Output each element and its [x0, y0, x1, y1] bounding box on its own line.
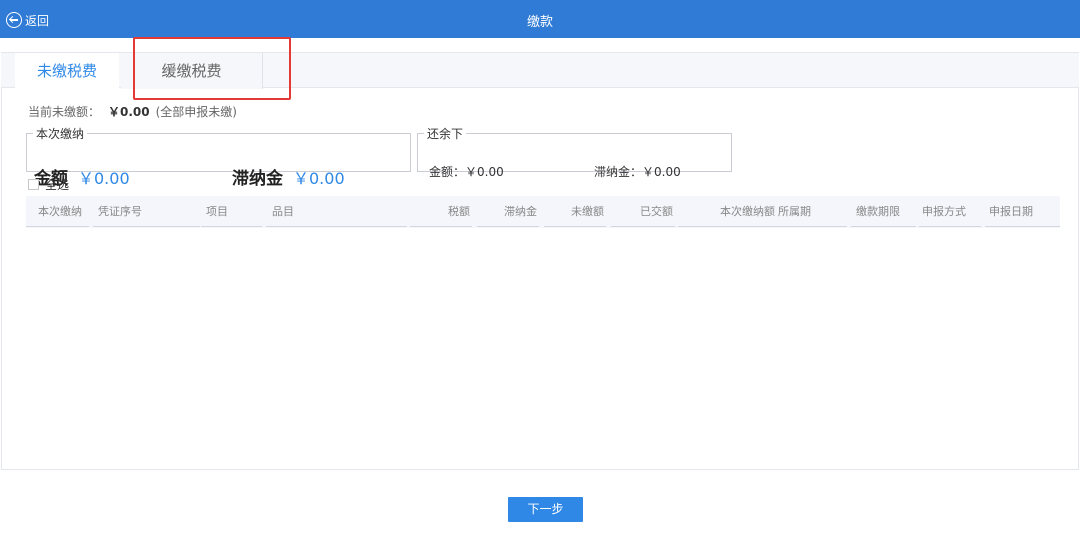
- current-unpaid-label: 当前未缴额：: [28, 105, 101, 119]
- tab-deferred-taxes[interactable]: 缓缴税费: [121, 53, 263, 89]
- current-unpaid-note: (全部申报未缴): [155, 105, 237, 119]
- col-header-this-payment-amount[interactable]: 本次缴纳额: [678, 196, 777, 227]
- remaining-group: 还余下 金额：￥0.00 滞纳金：￥0.00: [417, 125, 732, 179]
- late-fee-label: 滞纳金: [232, 169, 283, 189]
- col-header-voucher-no[interactable]: 凭证序号: [93, 196, 200, 227]
- remaining-late-fee: 滞纳金：￥0.00: [594, 165, 681, 179]
- current-unpaid-summary: 当前未缴额： ￥0.00 (全部申报未缴): [28, 103, 237, 120]
- col-header-item[interactable]: 项目: [201, 196, 262, 227]
- late-fee-value: ￥0.00: [293, 169, 345, 188]
- table-header: 本次缴纳 凭证序号 项目 品目 税额 滞纳金 未缴额 已交额 本次缴纳额 所属期…: [26, 196, 1060, 228]
- select-all-checkbox[interactable]: 全选: [28, 176, 69, 193]
- select-all-label: 全选: [45, 178, 70, 192]
- tab-strip: 未缴税费 缓缴税费: [1, 52, 1079, 89]
- col-header-deadline[interactable]: 缴款期限: [851, 196, 916, 227]
- tab-unpaid-taxes[interactable]: 未缴税费: [15, 53, 119, 89]
- col-header-declare-method[interactable]: 申报方式: [919, 196, 981, 227]
- top-bar: 返回 缴款: [0, 0, 1080, 38]
- col-header-tax[interactable]: 税额: [410, 196, 472, 227]
- checkbox-icon: [28, 179, 39, 190]
- amount-value: ￥0.00: [78, 169, 130, 188]
- col-header-unpaid[interactable]: 未缴额: [544, 196, 606, 227]
- remaining-amount: 金额：￥0.00: [429, 165, 504, 179]
- this-payment-legend: 本次缴纳: [36, 127, 85, 141]
- current-unpaid-amount: ￥0.00: [108, 105, 150, 119]
- col-header-declare-date[interactable]: 申报日期: [985, 196, 1060, 227]
- next-step-button[interactable]: 下一步: [508, 497, 583, 522]
- col-header-this-payment[interactable]: 本次缴纳: [26, 196, 89, 227]
- col-header-late-fee[interactable]: 滞纳金: [477, 196, 539, 227]
- col-header-category[interactable]: 品目: [266, 196, 407, 227]
- this-payment-group: 本次缴纳 金额 ￥0.00 滞纳金 ￥0.00: [26, 125, 411, 189]
- page-title: 缴款: [526, 15, 553, 30]
- col-header-period[interactable]: 所属期: [774, 196, 847, 227]
- col-header-paid[interactable]: 已交额: [611, 196, 675, 227]
- remaining-legend: 还余下: [427, 127, 464, 141]
